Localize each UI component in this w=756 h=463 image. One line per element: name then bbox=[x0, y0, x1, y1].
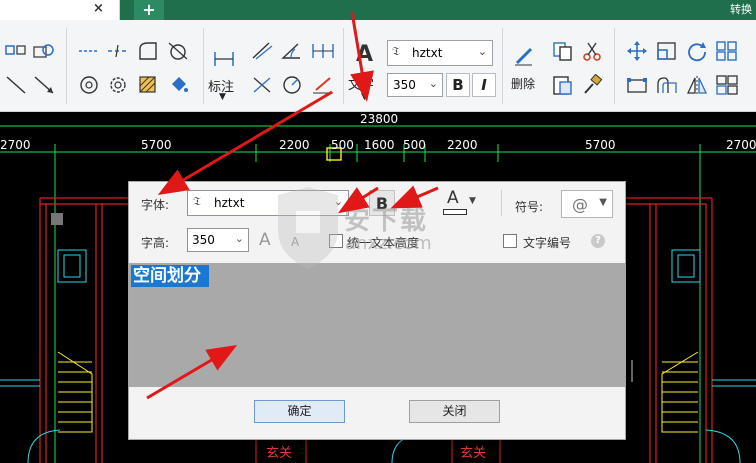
grid-tool-icon[interactable] bbox=[4, 40, 28, 62]
dialog-font-value: hztxt bbox=[214, 196, 245, 210]
dimension-label: 5700 bbox=[141, 138, 172, 152]
offset-icon[interactable] bbox=[655, 74, 679, 96]
watermark-url: anxz.com bbox=[345, 233, 432, 254]
separator bbox=[203, 28, 204, 104]
symbol-label: 符号: bbox=[515, 200, 544, 214]
stretch-icon[interactable] bbox=[625, 74, 649, 96]
numbering-label: 文字编号 bbox=[523, 236, 572, 250]
chevron-down-icon: ▼ bbox=[599, 197, 607, 208]
chevron-down-icon: ⌄ bbox=[477, 45, 487, 58]
close-button[interactable]: 关闭 bbox=[409, 400, 500, 423]
tab-active[interactable]: × bbox=[0, 0, 120, 20]
size-select-value: 350 bbox=[393, 78, 416, 92]
dash-line-icon[interactable] bbox=[77, 40, 101, 62]
rotate-icon[interactable] bbox=[685, 40, 709, 62]
separator bbox=[66, 28, 67, 104]
separator bbox=[614, 28, 615, 104]
delete-label[interactable]: 删除 bbox=[511, 75, 535, 92]
chevron-down-icon: ⌄ bbox=[428, 77, 438, 90]
line-tool-icon[interactable] bbox=[4, 74, 28, 96]
font-select[interactable]: 𝔗 hztxt ⌄ bbox=[387, 40, 493, 66]
watermark-text: 安下载 bbox=[344, 206, 429, 236]
dimension-label: 500 bbox=[331, 138, 354, 152]
text-icon[interactable]: A bbox=[356, 42, 373, 67]
separator bbox=[501, 190, 502, 216]
radius-dim-icon[interactable] bbox=[280, 74, 304, 96]
dimension-label: 5700 bbox=[585, 138, 616, 152]
circle-tangent-icon[interactable] bbox=[166, 40, 190, 62]
help-icon[interactable]: ? bbox=[591, 234, 605, 248]
separator bbox=[502, 28, 503, 104]
tab-strip: × + 转换 bbox=[0, 0, 756, 20]
dash-break-icon[interactable] bbox=[106, 40, 130, 62]
diagonal-arrow-icon[interactable] bbox=[32, 74, 56, 96]
dialog-size-select[interactable]: 350 ⌄ bbox=[187, 228, 249, 252]
dimension-label: 2200 bbox=[279, 138, 310, 152]
aligned-dim-icon[interactable] bbox=[250, 40, 274, 62]
eraser-icon[interactable] bbox=[512, 45, 536, 67]
angle-dim-icon[interactable] bbox=[280, 40, 304, 62]
dimension-icon[interactable] bbox=[212, 48, 236, 70]
convert-tab[interactable]: 转换 bbox=[730, 1, 752, 17]
screen: × + 转换 标注 ▼ A 文字 ▼ 𝔗 hztxt ⌄ 350 ⌄ B I 删… bbox=[0, 0, 756, 463]
move-icon[interactable] bbox=[625, 40, 649, 62]
total-dimension-label: 23800 bbox=[360, 112, 399, 126]
copy-icon[interactable] bbox=[551, 40, 575, 62]
dimension-label: 2200 bbox=[447, 138, 478, 152]
selected-text[interactable]: 空间划分 bbox=[131, 265, 209, 287]
ok-button[interactable]: 确定 bbox=[254, 400, 345, 423]
hatch-fill-icon[interactable] bbox=[136, 74, 160, 96]
tab-close-icon[interactable]: × bbox=[93, 1, 104, 16]
room-label: 玄关 bbox=[460, 446, 487, 461]
chevron-down-icon[interactable]: ▼ bbox=[361, 92, 368, 102]
separator bbox=[343, 28, 344, 104]
dimension-label: 1600 bbox=[364, 138, 395, 152]
copy-shape-icon[interactable] bbox=[32, 40, 56, 62]
ribbon-toolbar: 标注 ▼ A 文字 ▼ 𝔗 hztxt ⌄ 350 ⌄ B I 删除 bbox=[0, 20, 756, 112]
symbol-select[interactable]: @ ▼ bbox=[561, 190, 613, 218]
size-label: 字高: bbox=[141, 236, 170, 250]
paste-icon[interactable] bbox=[551, 74, 575, 96]
format-brush-icon[interactable] bbox=[580, 73, 604, 96]
italic-button[interactable]: I bbox=[472, 73, 496, 97]
mirror-icon[interactable] bbox=[685, 74, 709, 96]
dimension-label: 500 bbox=[403, 138, 426, 152]
bold-button[interactable]: B bbox=[446, 73, 470, 97]
scissors-icon[interactable] bbox=[580, 40, 604, 62]
array-icon[interactable] bbox=[715, 40, 739, 62]
dimension-label: 2700 bbox=[726, 138, 756, 152]
text-label[interactable]: 文字 bbox=[348, 74, 374, 93]
continuous-dim-icon[interactable] bbox=[311, 40, 335, 62]
font-select-value: hztxt bbox=[412, 46, 443, 60]
room-label: 玄关 bbox=[266, 446, 293, 461]
arc-corner-icon[interactable] bbox=[136, 40, 160, 62]
chevron-down-icon[interactable]: ▼ bbox=[219, 92, 226, 102]
scale-icon[interactable] bbox=[655, 40, 679, 62]
font-label: 字体: bbox=[141, 198, 170, 212]
size-select[interactable]: 350 ⌄ bbox=[387, 73, 443, 97]
dimension-label: 2700 bbox=[0, 138, 31, 152]
gear-circle-icon[interactable] bbox=[77, 74, 101, 96]
paint-bucket-icon[interactable] bbox=[166, 74, 190, 96]
chevron-down-icon: ⌄ bbox=[234, 232, 244, 245]
text-edit-area[interactable]: 空间划分 bbox=[129, 263, 625, 387]
numbering-checkbox[interactable] bbox=[503, 234, 517, 248]
coordinate-dim-icon[interactable] bbox=[250, 74, 274, 96]
tab-add-button[interactable]: + bbox=[134, 0, 164, 20]
dialog-size-value: 350 bbox=[192, 233, 215, 247]
font-type-icon: 𝔗 bbox=[392, 44, 400, 58]
cog-icon[interactable] bbox=[106, 74, 130, 96]
font-type-icon: 𝔗 bbox=[193, 194, 201, 208]
symbol-value: @ bbox=[572, 195, 588, 214]
leader-edit-icon[interactable] bbox=[311, 74, 335, 96]
grid-icon[interactable] bbox=[715, 74, 739, 96]
